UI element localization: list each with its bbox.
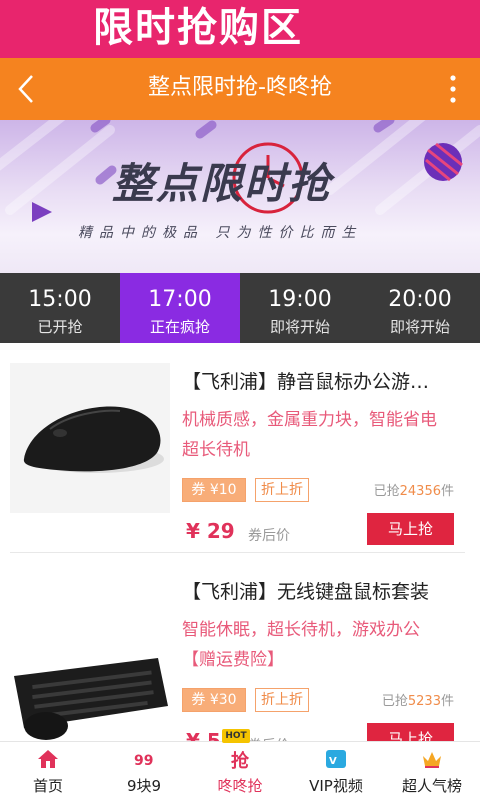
vip-video-icon: V [326,750,346,768]
bottom-nav-9kuai9[interactable]: 99 9块9 [96,742,192,800]
hero-subtitle: 精品中的极品 只为性价比而生 [78,225,363,241]
flash-sale-icon: 抢 [231,750,250,770]
hero-title: 整点限时抢 [112,159,333,208]
bottom-nav-label: 首页 [32,777,63,795]
discount-badge: 折上折 [255,478,309,502]
desc-line: 【赠运费险】 [182,650,284,670]
crown-icon [423,752,441,768]
sold-count: 已抢5233件 [382,690,454,709]
bottom-nav-home[interactable]: 首页 [0,742,96,800]
sold-number: 24356 [399,484,441,499]
bottom-nav-popular[interactable]: 超人气榜 [384,742,480,800]
svg-text:V: V [329,756,337,767]
bottom-nav: 首页 99 9块9 抢 咚咚抢 V VIP视频 超人气榜 [0,741,480,800]
bottom-nav-label: 咚咚抢 [217,777,263,795]
buy-button[interactable]: 马上抢 [367,513,454,545]
time-tabs: 15:00 已开抢 17:00 正在疯抢 19:00 即将开始 20:00 即将… [0,273,480,343]
product-card[interactable]: 【飞利浦】静音鼠标办公游… 机械质感，金属重力块，智能省电 超长待机 券 ¥10… [0,343,480,545]
price-note: 券后价 [248,528,290,544]
bottom-nav-label: VIP视频 [309,777,363,795]
nine-nine-icon: 99 [134,753,153,769]
sold-prefix: 已抢 [381,694,408,709]
sold-suffix: 件 [440,694,454,709]
bottom-nav-label: 超人气榜 [401,777,462,795]
hot-badge: HOT [222,729,250,743]
bottom-nav-label: 9块9 [126,777,162,795]
tab-time: 17:00 [148,287,212,312]
tab-2000[interactable]: 20:00 即将开始 [360,273,480,343]
desc-line: 超长待机 [182,440,250,460]
desc-line: 机械质感，金属重力块，智能省电 [182,410,437,430]
bottom-nav-vip-video[interactable]: V VIP视频 [288,742,384,800]
product-name[interactable]: 【飞利浦】无线键盘鼠标套装 [182,577,467,604]
product-image-keyboard[interactable] [10,598,170,746]
banner-title: 限时抢购区 [93,5,303,51]
tab-time: 20:00 [388,287,452,312]
svg-text:抢: 抢 [231,750,250,770]
tab-time: 19:00 [268,287,332,312]
home-icon [38,750,58,768]
page-title: 整点限时抢-咚咚抢 [148,75,332,100]
product-name[interactable]: 【飞利浦】静音鼠标办公游… [182,367,467,394]
product-description: 智能休眠，超长待机，游戏办公 【赠运费险】 [182,615,467,675]
tab-time: 15:00 [28,287,92,312]
tab-1900[interactable]: 19:00 即将开始 [240,273,360,343]
product-image-mouse[interactable] [10,363,170,513]
sold-prefix: 已抢 [373,484,400,499]
sold-suffix: 件 [440,484,454,499]
coupon-badge: 券 ¥30 [182,688,246,712]
tab-status: 即将开始 [389,318,450,336]
sold-count: 已抢24356件 [374,480,454,499]
coupon-badge: 券 ¥10 [182,478,246,502]
bottom-nav-dongdongqiang[interactable]: 抢 咚咚抢 [192,742,288,800]
tab-status: 即将开始 [269,318,330,336]
tab-1700[interactable]: 17:00 正在疯抢 [120,273,240,343]
discount-badge: 折上折 [255,688,309,712]
tab-status: 正在疯抢 [149,318,210,336]
tab-status: 已开抢 [37,318,83,336]
top-banner: 限时抢购区 [0,0,480,58]
desc-line: 智能休眠，超长待机，游戏办公 [182,620,420,640]
vertical-ellipsis-icon[interactable] [446,74,460,104]
sold-number: 5233 [407,694,441,709]
tab-1500[interactable]: 15:00 已开抢 [0,273,120,343]
product-card[interactable]: 【飞利浦】无线键盘鼠标套装 智能休眠，超长待机，游戏办公 【赠运费险】 券 ¥3… [0,553,480,755]
nav-bar: 整点限时抢-咚咚抢 [0,58,480,120]
svg-text:99: 99 [134,753,153,769]
product-description: 机械质感，金属重力块，智能省电 超长待机 [182,405,467,465]
hero-banner[interactable]: 整点限时抢 精品中的极品 只为性价比而生 [0,120,480,273]
price: ¥ 29 [186,519,235,543]
